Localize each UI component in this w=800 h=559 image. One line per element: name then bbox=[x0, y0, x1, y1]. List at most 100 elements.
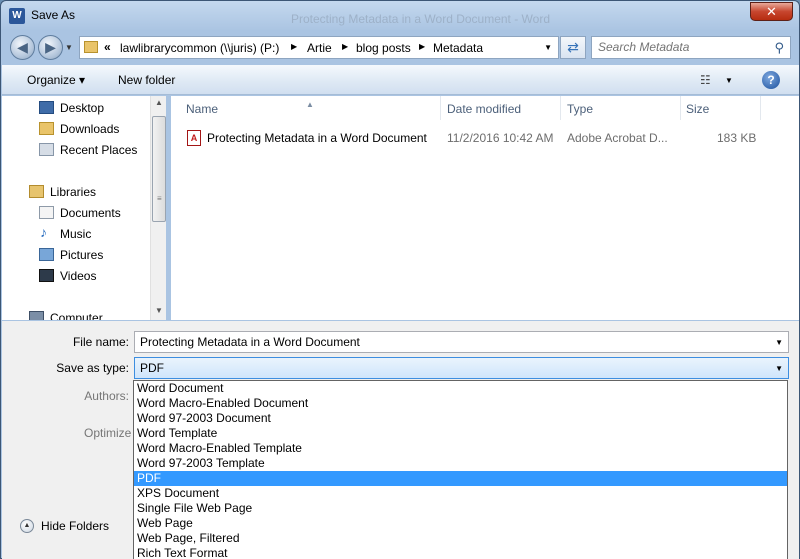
sidebar-item-desktop[interactable]: Desktop bbox=[2, 98, 150, 118]
grip-icon: ≡ bbox=[157, 194, 162, 203]
sidebar-item-label: Pictures bbox=[60, 248, 104, 262]
refresh-icon: ⇄ bbox=[567, 39, 579, 55]
forward-button[interactable]: ▶ bbox=[38, 35, 63, 60]
dropdown-option[interactable]: Word Macro-Enabled Document bbox=[134, 396, 787, 411]
file-date: 11/2/2016 10:42 AM bbox=[447, 131, 554, 145]
save-as-type-select[interactable]: PDF ▼ bbox=[134, 357, 789, 379]
sidebar-item-pictures[interactable]: Pictures bbox=[2, 245, 150, 265]
sidebar-item-recent-places[interactable]: Recent Places bbox=[2, 140, 150, 160]
file-size: 183 KB bbox=[717, 131, 757, 145]
navigation-scrollbar[interactable]: ▲ ≡ ▼ bbox=[150, 96, 166, 320]
search-box[interactable]: ⚲ bbox=[591, 36, 791, 59]
save-as-type-value: PDF bbox=[140, 361, 164, 375]
breadcrumb-drive[interactable]: lawlibrarycommon (\\juris) (P:) bbox=[120, 41, 279, 55]
videos-icon bbox=[39, 269, 54, 282]
libraries-icon bbox=[29, 185, 44, 198]
scroll-down-icon[interactable]: ▼ bbox=[155, 306, 163, 315]
help-icon[interactable]: ? bbox=[762, 71, 780, 89]
file-name-value: Protecting Metadata in a Word Document bbox=[140, 335, 360, 349]
dropdown-option[interactable]: PDF bbox=[134, 471, 787, 486]
column-label: Date modified bbox=[447, 102, 522, 116]
folder-icon bbox=[84, 41, 98, 53]
sidebar-item-label: Computer bbox=[50, 311, 103, 320]
desktop-icon bbox=[39, 101, 54, 114]
recent-locations-dropdown[interactable]: ▼ bbox=[65, 43, 73, 52]
sidebar-item-label: Libraries bbox=[50, 185, 97, 199]
sidebar-item-label: Desktop bbox=[60, 101, 105, 115]
dropdown-option[interactable]: Web Page, Filtered bbox=[134, 531, 787, 546]
navigation-pane: Desktop Downloads Recent Places Librarie… bbox=[2, 96, 166, 320]
optimize-label: Optimize bbox=[84, 426, 132, 440]
column-label: Type bbox=[567, 102, 594, 116]
column-label: Size bbox=[686, 102, 710, 116]
breadcrumb-metadata[interactable]: Metadata bbox=[433, 41, 483, 55]
close-button[interactable]: ✕ bbox=[750, 2, 793, 21]
new-folder-button[interactable]: New folder bbox=[118, 73, 175, 87]
column-header-size[interactable]: Size bbox=[681, 96, 761, 120]
dropdown-option[interactable]: Word 97-2003 Template bbox=[134, 456, 787, 471]
refresh-button[interactable]: ⇄ bbox=[560, 36, 586, 59]
file-list: Name ▲ Date modified Type Size A Protect… bbox=[171, 96, 799, 320]
sidebar-item-label: Music bbox=[60, 227, 92, 241]
collapse-up-icon: ▲ bbox=[20, 519, 34, 533]
file-name-label: File name: bbox=[72, 335, 129, 349]
column-header-type[interactable]: Type bbox=[561, 96, 681, 120]
file-type: Adobe Acrobat D... bbox=[567, 131, 668, 145]
scrollbar-thumb[interactable]: ≡ bbox=[152, 116, 166, 222]
save-as-type-label: Save as type: bbox=[56, 361, 129, 375]
dropdown-option[interactable]: Word 97-2003 Document bbox=[134, 411, 787, 426]
downloads-icon bbox=[39, 122, 54, 135]
sort-ascending-icon: ▲ bbox=[306, 100, 314, 109]
address-overflow[interactable]: « bbox=[104, 40, 111, 54]
dropdown-option[interactable]: Word Macro-Enabled Template bbox=[134, 441, 787, 456]
background-window-title: Protecting Metadata in a Word Document -… bbox=[291, 12, 551, 26]
search-icon[interactable]: ⚲ bbox=[774, 40, 784, 56]
chevron-right-icon[interactable]: ▶ bbox=[291, 42, 297, 51]
dropdown-option[interactable]: Rich Text Format bbox=[134, 546, 787, 559]
save-as-type-dropdown-list: Word Document Word Macro-Enabled Document… bbox=[133, 380, 788, 559]
save-as-dialog: W Save As Protecting Metadata in a Word … bbox=[0, 0, 800, 559]
organize-button[interactable]: Organize ▾ bbox=[27, 73, 85, 87]
authors-label: Authors: bbox=[84, 389, 129, 403]
sidebar-item-label: Recent Places bbox=[60, 143, 138, 157]
column-header-name[interactable]: Name ▲ bbox=[171, 96, 441, 120]
chevron-right-icon[interactable]: ▶ bbox=[342, 42, 348, 51]
table-row[interactable]: A Protecting Metadata in a Word Document… bbox=[171, 128, 799, 148]
address-row: ◀ ▶ ▼ « lawlibrarycommon (\\juris) (P:) … bbox=[1, 31, 799, 63]
dropdown-option[interactable]: Word Document bbox=[134, 381, 787, 396]
pdf-file-icon: A bbox=[187, 130, 201, 146]
file-name-field[interactable]: Protecting Metadata in a Word Document ▼ bbox=[134, 331, 789, 353]
address-bar[interactable]: « lawlibrarycommon (\\juris) (P:) ▶ Arti… bbox=[79, 36, 559, 59]
dialog-title: Save As bbox=[31, 8, 76, 22]
sidebar-item-documents[interactable]: Documents bbox=[2, 203, 150, 223]
sidebar-item-music[interactable]: ♪ Music bbox=[2, 224, 150, 244]
word-app-icon: W bbox=[9, 8, 25, 24]
arrow-left-icon: ◀ bbox=[17, 39, 28, 55]
breadcrumb-blog-posts[interactable]: blog posts bbox=[356, 41, 411, 55]
chevron-right-icon[interactable]: ▶ bbox=[419, 42, 425, 51]
documents-icon bbox=[39, 206, 54, 219]
chevron-down-icon[interactable]: ▼ bbox=[775, 364, 783, 373]
file-name: Protecting Metadata in a Word Document bbox=[207, 131, 427, 145]
views-icon[interactable]: ☷ bbox=[700, 73, 711, 87]
sidebar-item-downloads[interactable]: Downloads bbox=[2, 119, 150, 139]
dropdown-option[interactable]: Web Page bbox=[134, 516, 787, 531]
arrow-right-icon: ▶ bbox=[45, 39, 56, 55]
sidebar-item-label: Downloads bbox=[60, 122, 120, 136]
chevron-down-icon[interactable]: ▼ bbox=[775, 338, 783, 347]
recent-places-icon bbox=[39, 143, 54, 156]
title-bar[interactable]: W Save As Protecting Metadata in a Word … bbox=[1, 1, 799, 31]
back-button[interactable]: ◀ bbox=[10, 35, 35, 60]
sidebar-item-libraries[interactable]: Libraries bbox=[2, 182, 150, 202]
views-dropdown-icon[interactable]: ▼ bbox=[725, 76, 733, 85]
sidebar-item-videos[interactable]: Videos bbox=[2, 266, 150, 286]
dropdown-option[interactable]: Single File Web Page bbox=[134, 501, 787, 516]
scroll-up-icon[interactable]: ▲ bbox=[155, 98, 163, 107]
dropdown-option[interactable]: Word Template bbox=[134, 426, 787, 441]
breadcrumb-artie[interactable]: Artie bbox=[307, 41, 332, 55]
search-input[interactable] bbox=[598, 40, 768, 54]
address-history-dropdown-icon[interactable]: ▼ bbox=[544, 43, 552, 52]
column-header-date[interactable]: Date modified bbox=[441, 96, 561, 120]
dropdown-option[interactable]: XPS Document bbox=[134, 486, 787, 501]
sidebar-item-computer[interactable]: Computer bbox=[2, 308, 150, 320]
